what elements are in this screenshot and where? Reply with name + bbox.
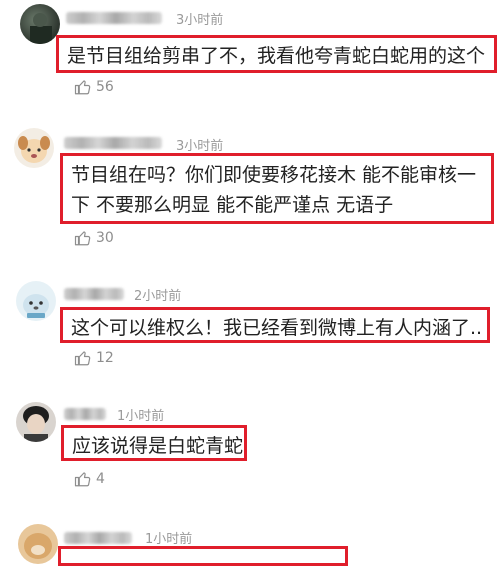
thumbs-up-icon — [74, 472, 91, 487]
like-button[interactable]: 56 — [74, 78, 114, 96]
like-count: 30 — [96, 230, 114, 246]
comment-text: 节目组在吗？你们即使要移花接木 能不能审核一下 不要那么明显 能不能严谨点 无语… — [60, 153, 494, 224]
comment-time: 2小时前 — [134, 289, 182, 304]
comment-text — [58, 546, 348, 566]
thumbs-up-icon — [74, 351, 91, 366]
comment-time: 1小时前 — [145, 532, 193, 547]
thumbs-up-icon — [74, 80, 91, 95]
thumbs-up-icon — [74, 231, 91, 246]
like-count: 56 — [96, 79, 114, 95]
like-count: 12 — [96, 350, 114, 366]
comment-text: 应该说得是白蛇青蛇 — [61, 425, 247, 461]
comment-time: 3小时前 — [176, 13, 224, 28]
avatar[interactable] — [18, 524, 58, 564]
avatar[interactable] — [14, 128, 54, 168]
like-button[interactable]: 30 — [74, 229, 114, 247]
username[interactable] — [66, 12, 162, 24]
username[interactable] — [64, 532, 132, 544]
like-count: 4 — [96, 471, 105, 487]
like-button[interactable]: 12 — [74, 349, 114, 367]
username[interactable] — [64, 288, 124, 300]
avatar[interactable] — [16, 281, 56, 321]
avatar[interactable] — [16, 402, 56, 442]
comment-time: 1小时前 — [117, 409, 165, 424]
like-button[interactable]: 4 — [74, 470, 105, 488]
comment-time: 3小时前 — [176, 139, 224, 154]
username[interactable] — [64, 408, 106, 420]
comment-text: 这个可以维权么！我已经看到微博上有人内涵了.. — [60, 307, 490, 343]
comment-text: 是节目组给剪串了不，我看他夸青蛇白蛇用的这个 — [56, 35, 497, 73]
username[interactable] — [64, 137, 162, 149]
avatar[interactable] — [20, 4, 60, 44]
